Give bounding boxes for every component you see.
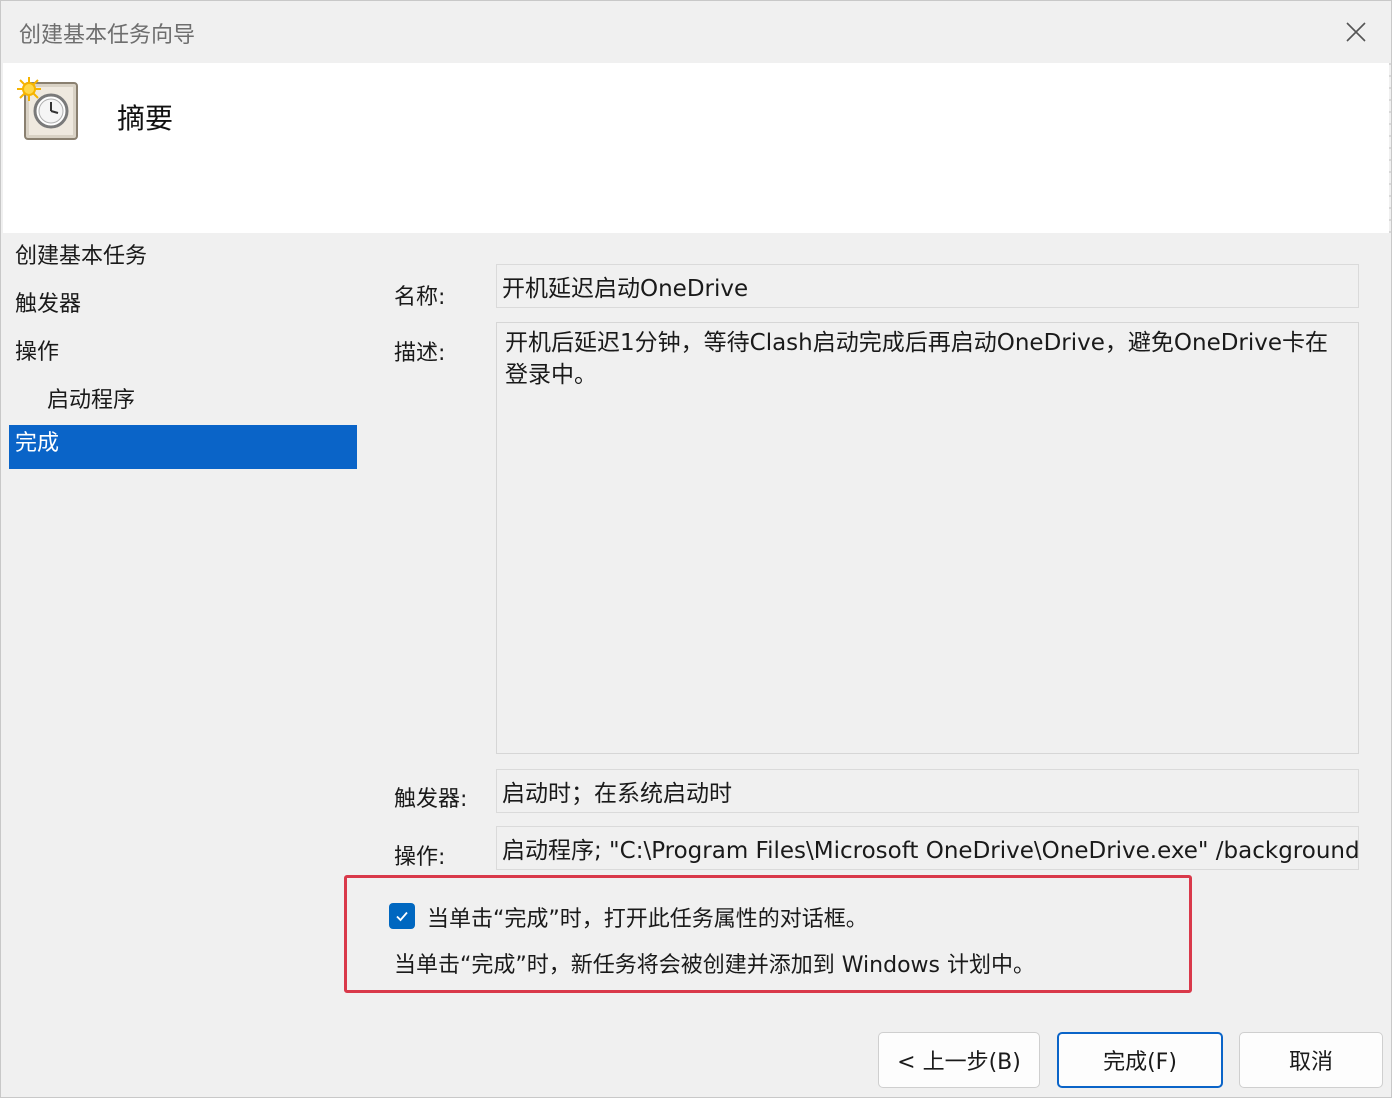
header-edge-decoration bbox=[1389, 63, 1391, 233]
name-label: 名称: bbox=[394, 285, 446, 310]
back-button[interactable]: < 上一步(B) bbox=[878, 1032, 1040, 1088]
step-action[interactable]: 操作 bbox=[9, 329, 357, 377]
finish-info-text: 当单击“完成”时，新任务将会被创建并添加到 Windows 计划中。 bbox=[394, 953, 1035, 978]
description-field[interactable]: 开机后延迟1分钟，等待Clash启动完成后再启动OneDrive，避免OneDr… bbox=[496, 322, 1359, 754]
action-label: 操作: bbox=[394, 845, 446, 870]
step-start-program[interactable]: 启动程序 bbox=[9, 377, 357, 425]
window-title: 创建基本任务向导 bbox=[19, 23, 196, 48]
open-properties-checkbox[interactable] bbox=[389, 903, 415, 929]
name-field[interactable]: 开机延迟启动OneDrive bbox=[496, 264, 1359, 308]
open-properties-label[interactable]: 当单击“完成”时，打开此任务属性的对话框。 bbox=[427, 901, 868, 933]
trigger-field[interactable]: 启动时；在系统启动时 bbox=[496, 769, 1359, 813]
wizard-header: 摘要 bbox=[3, 63, 1389, 233]
close-button[interactable] bbox=[1321, 1, 1391, 63]
step-trigger[interactable]: 触发器 bbox=[9, 281, 357, 329]
cancel-button[interactable]: 取消 bbox=[1239, 1032, 1383, 1088]
step-create-basic-task[interactable]: 创建基本任务 bbox=[9, 233, 357, 281]
action-field[interactable]: 启动程序; "C:\Program Files\Microsoft OneDri… bbox=[496, 826, 1359, 870]
title-bar: 创建基本任务向导 bbox=[1, 1, 1391, 63]
checkmark-icon bbox=[396, 911, 408, 922]
close-icon bbox=[1346, 22, 1366, 42]
trigger-label: 触发器: bbox=[394, 787, 468, 812]
task-scheduler-clock-icon bbox=[13, 75, 83, 145]
step-finish[interactable]: 完成 bbox=[9, 425, 357, 469]
page-heading: 摘要 bbox=[117, 102, 174, 135]
wizard-window: 创建基本任务向导 摘要 创建基本任务 触发器 操作 启动程序 完成 名称: 开机… bbox=[0, 0, 1392, 1098]
description-label: 描述: bbox=[394, 341, 446, 366]
finish-button[interactable]: 完成(F) bbox=[1057, 1032, 1223, 1088]
wizard-steps-nav: 创建基本任务 触发器 操作 启动程序 完成 bbox=[9, 233, 357, 469]
